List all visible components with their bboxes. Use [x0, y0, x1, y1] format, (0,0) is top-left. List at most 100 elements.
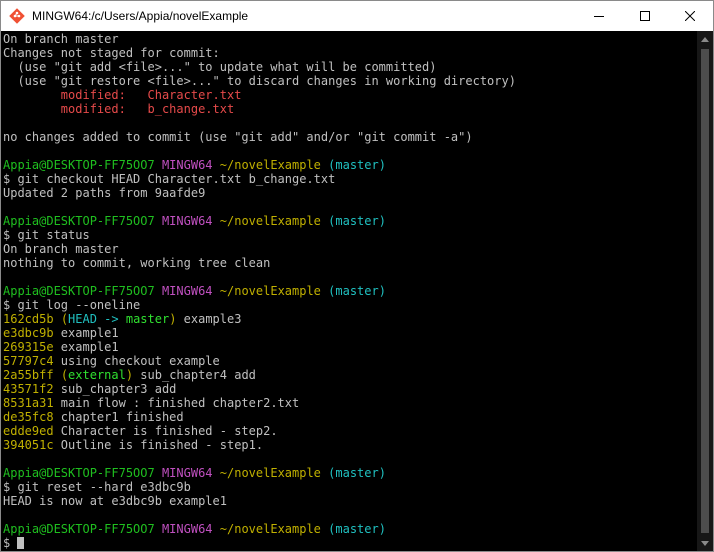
terminal-line: Appia@DESKTOP-FF75OO7 MINGW64 ~/novelExa…: [3, 284, 516, 298]
terminal-text-segment: external: [68, 368, 126, 382]
terminal-line: 162cd5b (HEAD -> master) example3: [3, 312, 516, 326]
terminal-text-segment: main flow : finished chapter2.txt: [53, 396, 300, 410]
terminal-text-segment: MINGW64: [161, 284, 213, 298]
scroll-down-button[interactable]: [697, 535, 713, 551]
maximize-icon: [640, 11, 650, 21]
terminal-text-segment: Changes not staged for commit:: [3, 46, 220, 60]
terminal-text-segment: 43571f2: [3, 382, 54, 396]
close-icon: [685, 11, 695, 21]
terminal-line: 394051c Outline is finished - step1.: [3, 438, 516, 452]
terminal-line: e3dbc9b example1: [3, 326, 516, 340]
terminal-text-segment: ~/novelExample: [219, 214, 321, 228]
terminal-line: (use "git restore <file>..." to discard …: [3, 74, 516, 88]
terminal-text-segment: 269315e: [3, 340, 54, 354]
maximize-button[interactable]: [622, 1, 668, 31]
terminal-text-segment: On branch master: [3, 32, 119, 46]
terminal-line: 57797c4 using checkout example: [3, 354, 516, 368]
terminal-text-segment: master: [125, 312, 170, 326]
terminal-text-segment: (use "git restore <file>..." to discard …: [3, 74, 516, 88]
terminal-text-segment: $ git status: [3, 228, 90, 242]
terminal-text-segment: HEAD ->: [68, 312, 126, 326]
terminal-line: edde9ed Character is finished - step2.: [3, 424, 516, 438]
terminal-text-segment: (master): [328, 158, 386, 172]
terminal-line: Changes not staged for commit:: [3, 46, 516, 60]
terminal-text-segment: (use "git add <file>..." to update what …: [3, 60, 437, 74]
terminal-output[interactable]: On branch master Changes not staged for c…: [1, 31, 697, 551]
terminal-line: $: [3, 536, 516, 550]
terminal-line: 43571f2 sub_chapter3 add: [3, 382, 516, 396]
terminal-text-segment: Appia@DESKTOP-FF75OO7: [3, 284, 155, 298]
terminal-line: Appia@DESKTOP-FF75OO7 MINGW64 ~/novelExa…: [3, 522, 516, 536]
scroll-up-button[interactable]: [697, 31, 713, 47]
terminal-text-segment: 394051c: [3, 438, 54, 452]
terminal-line: modified: Character.txt: [3, 88, 516, 102]
terminal-text-segment: (: [60, 368, 69, 382]
text-cursor: [17, 537, 25, 549]
terminal-line: nothing to commit, working tree clean: [3, 256, 516, 270]
terminal-lines: On branch master Changes not staged for c…: [3, 32, 516, 550]
terminal-text-segment: Character is finished - step2.: [53, 424, 278, 438]
terminal-line: Appia@DESKTOP-FF75OO7 MINGW64 ~/novelExa…: [3, 466, 516, 480]
vertical-scrollbar[interactable]: [697, 31, 713, 551]
terminal-text-segment: modified: b_change.txt: [3, 102, 235, 116]
terminal-text-segment: $ git checkout HEAD Character.txt b_chan…: [3, 172, 336, 186]
terminal-text-segment: ~/novelExample: [219, 466, 321, 480]
window-title: MINGW64:/c/Users/Appia/novelExample: [32, 9, 249, 23]
terminal-text-segment: Appia@DESKTOP-FF75OO7: [3, 158, 155, 172]
minimize-button[interactable]: [576, 1, 622, 31]
scroll-thumb[interactable]: [701, 49, 709, 533]
title-bar[interactable]: MINGW64:/c/Users/Appia/novelExample: [1, 1, 713, 31]
terminal-text-segment: MINGW64: [161, 522, 213, 536]
terminal-text-segment: $ git reset --hard e3dbc9b: [3, 480, 191, 494]
terminal-text-segment: Appia@DESKTOP-FF75OO7: [3, 466, 155, 480]
close-button[interactable]: [667, 1, 713, 31]
terminal-text-segment: $: [3, 536, 18, 550]
terminal-text-segment: modified: Character.txt: [3, 88, 242, 102]
terminal-line: no changes added to commit (use "git add…: [3, 130, 516, 144]
terminal-text-segment: sub_chapter4 add: [133, 368, 256, 382]
terminal-line: On branch master: [3, 32, 516, 46]
terminal-line: $ git reset --hard e3dbc9b: [3, 480, 516, 494]
terminal-text-segment: ~/novelExample: [219, 522, 321, 536]
minimize-icon: [594, 16, 604, 17]
terminal-line: 8531a31 main flow : finished chapter2.tx…: [3, 396, 516, 410]
terminal-text-segment: ~/novelExample: [219, 284, 321, 298]
terminal-line: On branch master: [3, 242, 516, 256]
terminal-text-segment: On branch master: [3, 242, 119, 256]
terminal-text-segment: example1: [53, 326, 119, 340]
terminal-text-segment: MINGW64: [161, 158, 213, 172]
terminal-text-segment: Appia@DESKTOP-FF75OO7: [3, 214, 155, 228]
terminal-line: $ git status: [3, 228, 516, 242]
git-bash-icon[interactable]: [9, 8, 25, 24]
terminal-text-segment: ~/novelExample: [219, 158, 321, 172]
terminal-line: Updated 2 paths from 9aafde9: [3, 186, 516, 200]
terminal-text-segment: 2a55bff: [3, 368, 54, 382]
terminal-text-segment: example1: [53, 340, 119, 354]
terminal-text-segment: (: [60, 312, 69, 326]
terminal-text-segment: (master): [328, 214, 386, 228]
terminal-text-segment: 57797c4: [3, 354, 54, 368]
terminal-line: 2a55bff (external) sub_chapter4 add: [3, 368, 516, 382]
terminal-line: de35fc8 chapter1 finished: [3, 410, 516, 424]
terminal-window: MINGW64:/c/Users/Appia/novelExample On b…: [0, 0, 714, 552]
terminal-line: $ git log --oneline: [3, 298, 516, 312]
terminal-text-segment: (master): [328, 466, 386, 480]
terminal-text-segment: using checkout example: [53, 354, 220, 368]
